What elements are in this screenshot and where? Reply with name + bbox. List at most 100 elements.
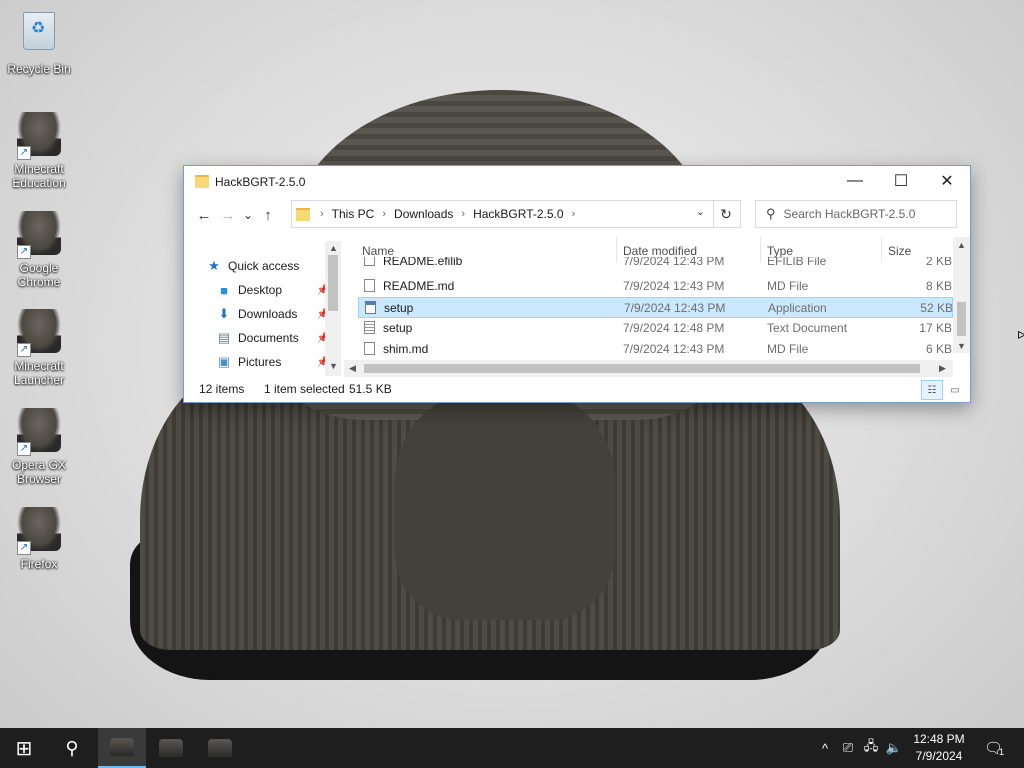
app-thumbnail-icon [208,739,232,757]
file-list-vertical-scrollbar[interactable]: ▲ ▼ [953,237,970,353]
meet-now-icon[interactable]: ⎚ [838,728,858,768]
notification-center-icon[interactable]: 🗨 1 [980,728,1008,768]
search-icon[interactable]: ⚲ [48,728,96,768]
mouse-cursor-icon: ▹ [1018,326,1024,343]
navigation-pane-scrollbar[interactable]: ▲ ▼ [325,241,341,376]
text-document-icon [364,321,375,334]
column-header-type[interactable]: Type [767,244,793,258]
chevron-right-icon[interactable]: › [461,208,465,220]
file-row-setup-text[interactable]: setup 7/9/2024 12:48 PM Text Document 17… [358,318,953,339]
network-icon[interactable]: 🖧 [861,728,881,768]
file-name: setup [384,301,414,315]
address-dropdown-icon[interactable]: ⌄ [696,205,705,218]
file-name: shim.md [383,342,429,356]
close-button[interactable]: ✕ [924,166,970,196]
folder-icon [195,175,209,188]
desktop-icon: ■ [220,282,228,298]
breadcrumb-hackbgrt[interactable]: HackBGRT-2.5.0 [473,207,563,221]
forward-arrow-icon[interactable]: → [216,207,240,224]
title-bar[interactable]: HackBGRT-2.5.0 — ☐ ✕ [184,166,970,197]
clock[interactable]: 12:48 PM 7/9/2024 [905,731,973,765]
firefox-icon: ↗ [15,507,63,555]
file-type: EFILIB File [767,257,827,268]
column-header-size[interactable]: Size [888,244,911,258]
breadcrumb-downloads[interactable]: Downloads [394,207,453,221]
file-date: 7/9/2024 12:43 PM [624,301,726,315]
desktop-icon-opera-gx[interactable]: ↗ Opera GX Browser [6,408,72,486]
recent-locations-chevron-icon[interactable]: ⌄ [240,208,256,222]
clock-time: 12:48 PM [913,732,965,746]
scroll-down-icon[interactable]: ▼ [957,341,966,351]
documents-icon: ▤ [217,330,231,345]
file-list: Name ^ Date modified Type Size README.ef… [344,237,970,371]
file-name: README.efilib [383,257,463,268]
shortcut-arrow-icon: ↗ [17,541,31,555]
opera-gx-icon: ↗ [15,408,63,456]
file-date: 7/9/2024 12:43 PM [623,279,725,293]
taskbar-app-2[interactable] [147,728,195,768]
file-size: 52 KB [920,301,953,315]
taskbar-app-1[interactable] [98,728,146,768]
search-box[interactable]: ⚲ Search HackBGRT-2.5.0 [755,200,957,228]
breadcrumb-this-pc[interactable]: This PC [332,207,375,221]
star-icon: ★ [208,258,220,273]
google-chrome-icon: ↗ [15,211,63,259]
nav-item-desktop[interactable]: ■ Desktop 📌 [216,278,329,302]
show-hidden-icons-chevron-icon[interactable]: ^ [815,728,835,768]
minecraft-education-icon: ↗ [15,112,63,160]
nav-item-quick-access[interactable]: ★ Quick access [206,254,326,278]
file-explorer-window[interactable]: HackBGRT-2.5.0 — ☐ ✕ ← → ⌄ ↑ › This PC ›… [183,165,971,403]
taskbar: ⊞ ⚲ ^ ⎚ 🖧 🔈 12:48 PM 7/9/2024 🗨 1 [0,728,1024,768]
desktop-icon-google-chrome[interactable]: ↗ Google Chrome [6,211,72,289]
nav-item-documents[interactable]: ▤ Documents 📌 [216,326,329,350]
status-item-count: 12 items [199,382,245,396]
recycle-bin-icon [15,12,63,60]
nav-item-pictures[interactable]: ▣ Pictures 📌 [216,350,329,371]
refresh-icon[interactable]: ↻ [712,200,741,228]
search-placeholder[interactable]: Search HackBGRT-2.5.0 [784,207,916,221]
details-view-icon[interactable]: ☷ [921,380,943,400]
desktop-icon-recycle-bin[interactable]: Recycle Bin [6,8,72,76]
desktop-icon-minecraft-education[interactable]: ↗ Minecraft Education [6,112,72,190]
taskbar-app-3[interactable] [196,728,244,768]
file-list-horizontal-scrollbar[interactable]: ◀ ▶ [344,360,953,377]
volume-muted-icon[interactable]: 🔈 [884,728,904,768]
chevron-right-icon[interactable]: › [382,208,386,220]
desktop-icon-minecraft-launcher[interactable]: ↗ Minecraft Launcher [6,309,72,387]
nav-item-label: Quick access [228,259,300,273]
app-thumbnail-icon [110,738,134,756]
scroll-up-icon[interactable]: ▲ [957,240,966,250]
scroll-down-icon[interactable]: ▼ [329,361,338,371]
column-header-name[interactable]: Name [362,244,394,258]
scroll-right-icon[interactable]: ▶ [939,363,946,374]
scrollbar-thumb[interactable] [328,255,338,311]
large-icons-view-icon[interactable]: ▭ [944,380,966,400]
column-header-date-modified[interactable]: Date modified [623,244,697,258]
start-windows-icon[interactable]: ⊞ [0,728,48,768]
scrollbar-thumb[interactable] [957,302,966,336]
nav-item-downloads[interactable]: ⬇ Downloads 📌 [216,302,329,326]
file-icon [364,279,375,292]
download-icon: ⬇ [218,306,230,321]
file-type: Application [768,301,827,315]
file-name: README.md [383,279,455,293]
back-arrow-icon[interactable]: ← [192,207,216,224]
scroll-left-icon[interactable]: ◀ [349,363,356,374]
navigation-bar: ← → ⌄ ↑ › This PC › Downloads › HackBGRT… [184,197,970,233]
scrollbar-thumb[interactable] [364,364,920,373]
status-selection-size: 51.5 KB [349,382,392,396]
desktop-icon-firefox[interactable]: ↗ Firefox [6,507,72,571]
nav-item-label: Documents [238,331,299,345]
file-row-setup-application[interactable]: setup 7/9/2024 12:43 PM Application 52 K… [358,297,953,318]
chevron-right-icon[interactable]: › [320,208,324,220]
up-arrow-icon[interactable]: ↑ [256,207,280,224]
file-row-shim-md[interactable]: shim.md 7/9/2024 12:43 PM MD File 6 KB [358,339,953,360]
maximize-button[interactable]: ☐ [878,166,924,196]
file-row-readme-md[interactable]: README.md 7/9/2024 12:43 PM MD File 8 KB [358,276,953,297]
minimize-button[interactable]: — [832,166,878,196]
address-bar[interactable]: › This PC › Downloads › HackBGRT-2.5.0 ›… [291,200,714,228]
chevron-right-icon[interactable]: › [572,208,576,220]
status-bar: 12 items 1 item selected 51.5 KB ☷ ▭ [184,379,970,401]
scroll-up-icon[interactable]: ▲ [329,243,338,253]
file-row-readme-efilib[interactable]: README.efilib 7/9/2024 12:43 PM EFILIB F… [358,257,953,271]
